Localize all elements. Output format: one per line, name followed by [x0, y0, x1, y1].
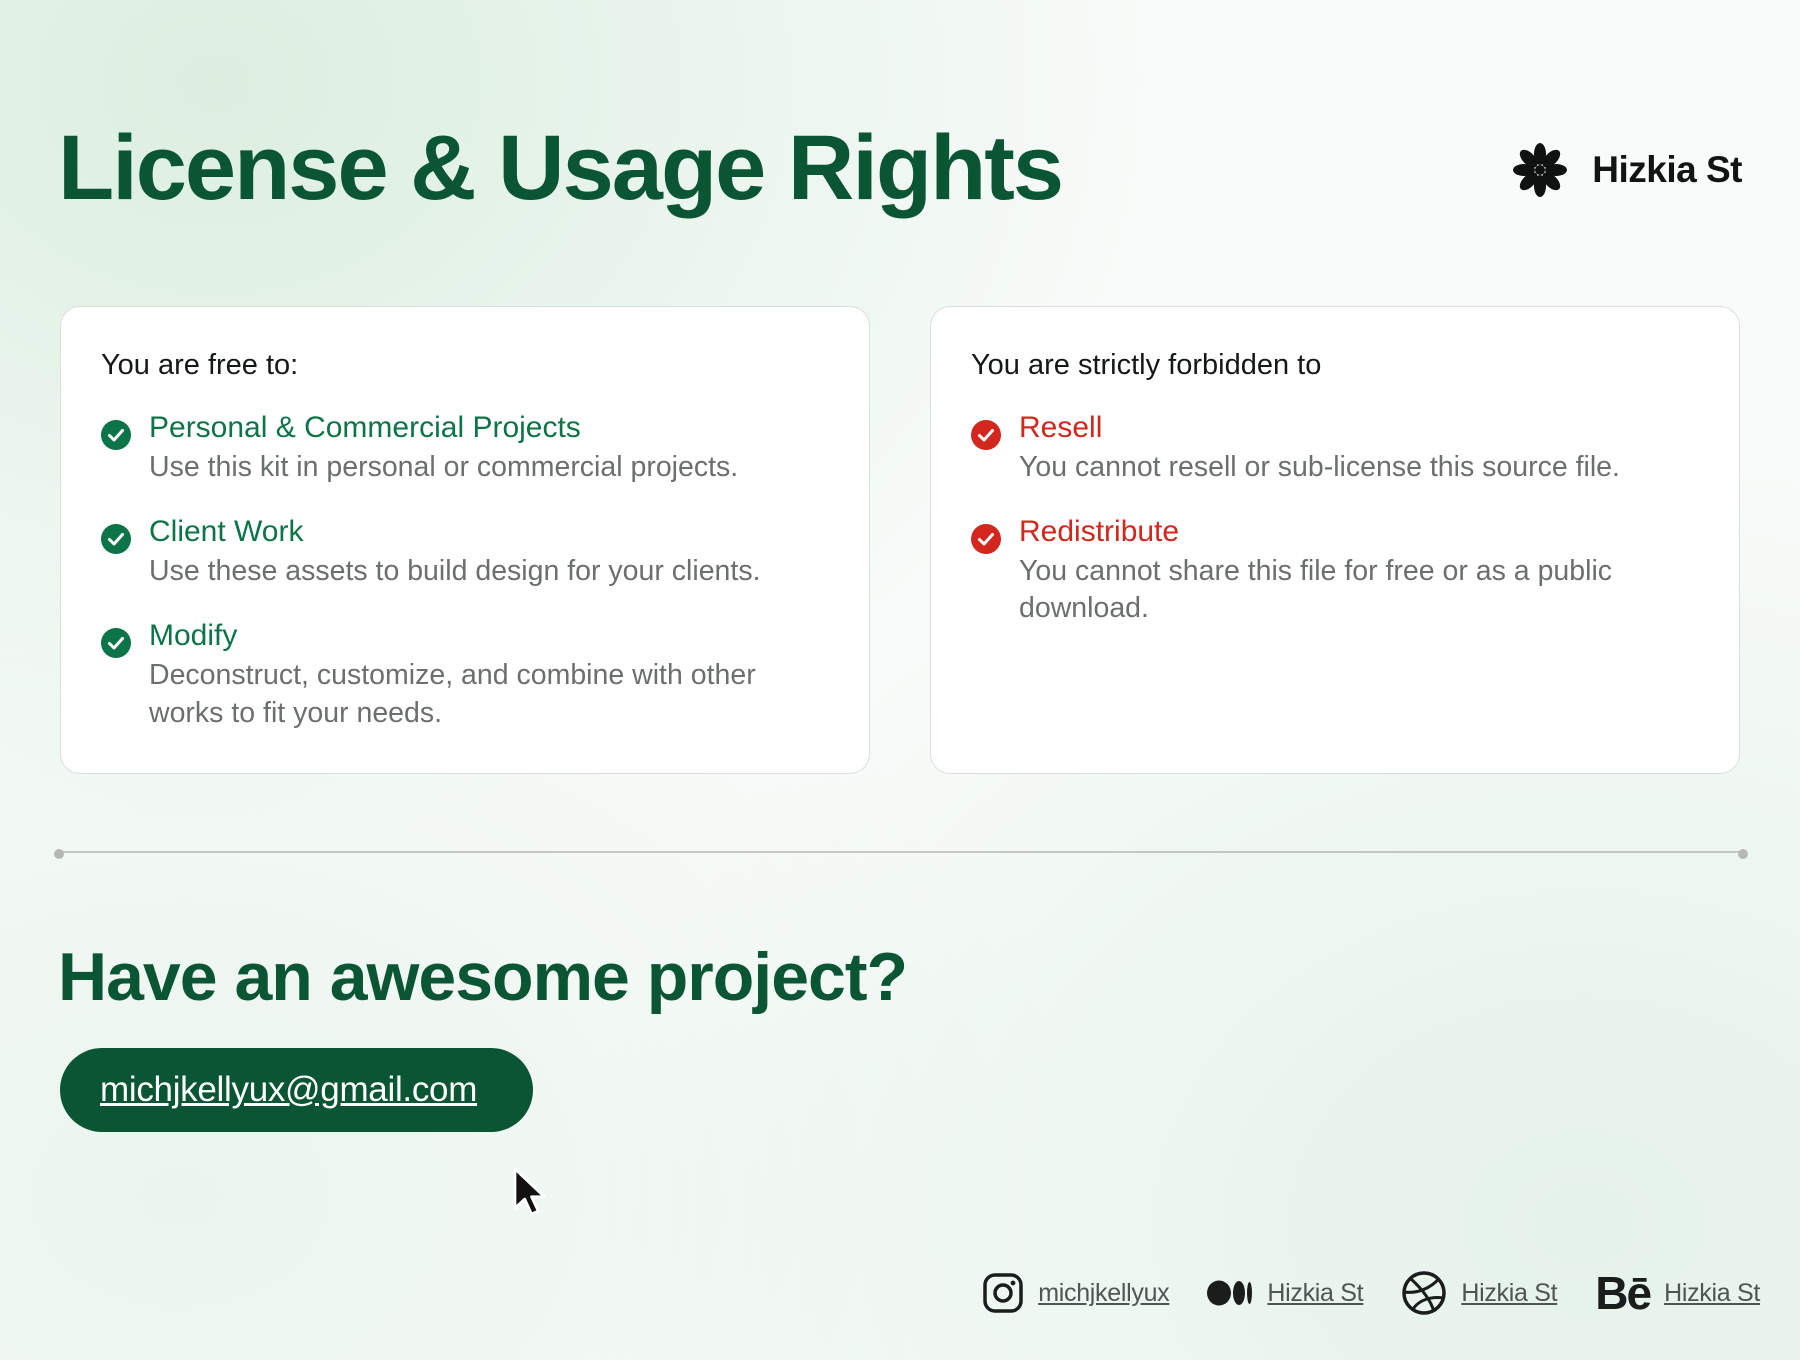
check-circle-icon — [971, 420, 1001, 450]
check-circle-icon — [101, 628, 131, 659]
social-link-medium[interactable]: Hizkia St — [1207, 1279, 1364, 1308]
medium-icon — [1207, 1280, 1253, 1306]
email-button[interactable]: michjkellyux@gmail.com — [60, 1048, 533, 1132]
dribbble-label[interactable]: Hizkia St — [1461, 1279, 1557, 1308]
contact-heading: Have an awesome project? — [58, 939, 908, 1015]
forbidden-item-description: You cannot share this file for free or a… — [1019, 554, 1613, 625]
allowed-item: Client Work Use these assets to build de… — [101, 514, 829, 590]
behance-label[interactable]: Hizkia St — [1664, 1279, 1760, 1308]
brand-name: Hizkia St — [1592, 149, 1742, 190]
forbidden-item-title: Redistribute — [1019, 515, 1180, 549]
social-link-instagram[interactable]: michjkellyux — [982, 1272, 1170, 1314]
forbidden-card: You are strictly forbidden to Resell You… — [930, 306, 1740, 774]
forbidden-item: Redistribute You cannot share this file … — [971, 514, 1699, 628]
social-link-dribbble[interactable]: Hizkia St — [1401, 1270, 1558, 1316]
allowed-item: Personal & Commercial Projects Use this … — [101, 410, 829, 486]
allowed-item-title: Client Work — [149, 515, 304, 549]
forbidden-item-description: You cannot resell or sub-license this so… — [1019, 450, 1620, 483]
mouse-cursor-icon — [513, 1167, 546, 1216]
allowed-item: Modify Deconstruct, customize, and combi… — [101, 618, 829, 732]
allowed-item-description: Deconstruct, customize, and combine with… — [149, 659, 756, 729]
divider-dot-left — [54, 849, 64, 859]
instagram-icon — [983, 1273, 1023, 1313]
medium-label[interactable]: Hizkia St — [1267, 1279, 1363, 1308]
divider-line — [60, 851, 1742, 853]
dribbble-icon — [1402, 1271, 1447, 1315]
allowed-item-description: Use these assets to build design for you… — [149, 554, 761, 587]
brand: Hizkia St — [1510, 140, 1742, 200]
allowed-item-description: Use this kit in personal or commercial p… — [149, 450, 739, 483]
behance-icon: Bē — [1595, 1267, 1652, 1319]
section-divider — [54, 849, 1748, 859]
allowed-card: You are free to: Personal & Commercial P… — [60, 306, 870, 774]
social-links: michjkellyux Hizkia St Hizkia St Bē Hizk… — [982, 1270, 1760, 1316]
allowed-heading: You are free to: — [101, 349, 299, 381]
check-circle-icon — [971, 524, 1001, 555]
allowed-item-title: Personal & Commercial Projects — [149, 411, 581, 444]
check-circle-icon — [101, 420, 131, 450]
allowed-item-title: Modify — [149, 619, 238, 653]
divider-dot-right — [1738, 849, 1748, 859]
forbidden-heading: You are strictly forbidden to — [971, 349, 1322, 381]
forbidden-item: Resell You cannot resell or sub-license … — [971, 410, 1699, 486]
forbidden-item-title: Resell — [1019, 411, 1103, 444]
flower-logo-icon — [1513, 143, 1568, 197]
social-link-behance[interactable]: Bē Hizkia St — [1595, 1270, 1760, 1316]
check-circle-icon — [101, 524, 131, 555]
instagram-label[interactable]: michjkellyux — [1038, 1279, 1169, 1308]
page-title: License & Usage Rights — [58, 117, 1064, 219]
